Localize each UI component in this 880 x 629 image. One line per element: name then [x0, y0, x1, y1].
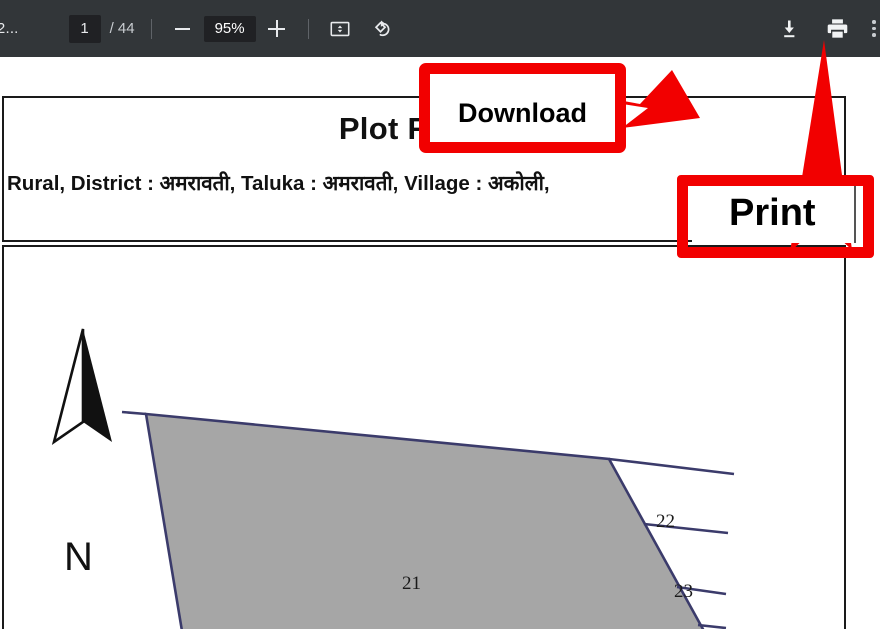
plot-label-21: 21 — [402, 573, 421, 595]
print-icon[interactable] — [822, 14, 852, 44]
kebab-menu-icon[interactable] — [864, 14, 880, 44]
plot-label-23: 23 — [674, 581, 693, 603]
document-filename: tb2... — [0, 20, 19, 37]
toolbar-divider — [151, 19, 152, 39]
toolbar-right-group — [774, 0, 880, 57]
print-callout-label: Print — [729, 192, 816, 235]
plot-label-22: 22 — [656, 511, 675, 533]
zoom-controls-group: 95% — [168, 14, 292, 44]
toolbar-divider-2 — [308, 19, 309, 39]
plot-polygon-21 — [146, 414, 704, 629]
north-arrow-icon — [54, 329, 112, 442]
page-navigation-group: 1 / 44 — [19, 15, 135, 43]
page-number-input[interactable]: 1 — [69, 15, 101, 43]
download-callout-label: Download — [458, 98, 587, 129]
pdf-viewer-toolbar: tb2... 1 / 44 95% — [0, 0, 880, 57]
page-count-label: / 44 — [110, 20, 135, 37]
fit-to-page-icon[interactable] — [325, 14, 355, 44]
zoom-level-display[interactable]: 95% — [204, 16, 256, 42]
plot-map-svg — [4, 247, 846, 629]
zoom-in-icon[interactable] — [262, 14, 292, 44]
plot-map-cell: N 21 22 23 — [2, 245, 846, 629]
location-line: Rural, District : अमरावती, Taluka : अमरा… — [7, 169, 550, 197]
north-label: N — [64, 537, 93, 577]
zoom-out-icon[interactable] — [168, 14, 198, 44]
rotate-counterclockwise-icon[interactable] — [369, 14, 399, 44]
download-icon[interactable] — [774, 14, 804, 44]
